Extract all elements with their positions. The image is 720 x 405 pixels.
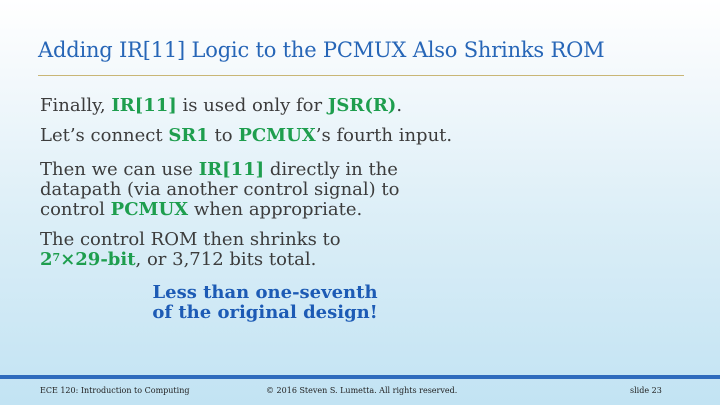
p3-highlight-1: IR[11] [198,159,265,180]
callout: Less than one-seventh of the original de… [140,283,390,323]
p1-text-3: . [396,95,403,116]
p2-text-1: Let’s connect [40,125,169,146]
p2-highlight-1: SR1 [168,125,209,146]
p4-line-1: The control ROM then shrinks to [40,229,341,250]
callout-line-1: Less than one-seventh [152,282,378,303]
paragraph-3: Then we can use IR[11] directly in the d… [40,160,399,220]
p3-line-1: Then we can use IR[11] directly in the [40,160,399,180]
p4-highlight-rest: ×29-bit [60,249,136,270]
p1-highlight-1: IR[11] [111,95,177,116]
p2-highlight-2: PCMUX [238,125,316,146]
p1-text-1: Finally, [40,95,112,116]
footer-course: ECE 120: Introduction to Computing [40,386,190,395]
paragraph-2: Let’s connect SR1 to PCMUX’s fourth inpu… [40,126,452,146]
paragraph-1: Finally, IR[11] is used only for JSR(R). [40,96,402,116]
p3-highlight-2: PCMUX [110,199,189,220]
footer-bar [0,375,720,379]
p3-text-1: Then we can use [40,159,199,180]
footer-copyright: © 2016 Steven S. Lumetta. All rights res… [266,386,458,395]
p4-text-1: , or 3,712 bits total. [135,249,317,270]
p1-highlight-2: JSR(R) [327,95,397,116]
p2-text-2: to [208,125,239,146]
p4-line-2: 27×29-bit, or 3,712 bits total. [40,250,341,270]
slide-title: Adding IR[11] Logic to the PCMUX Also Sh… [38,38,605,62]
footer-slide-number: slide 23 [630,386,662,395]
p1-text-2: is used only for [176,95,328,116]
p3-line-3: control PCMUX when appropriate. [40,200,399,220]
title-divider [38,75,684,76]
p4-highlight-base: 2 [40,249,53,270]
callout-line-2: of the original design! [152,302,378,323]
p3-text-4: when appropriate. [188,199,363,220]
p3-text-3: control [40,199,111,220]
p2-text-3: ’s fourth input. [315,125,453,146]
p4-highlight-exponent: 7 [52,251,61,264]
p3-text-2: directly in the [264,159,398,180]
paragraph-4: The control ROM then shrinks to 27×29-bi… [40,230,341,270]
p3-line-2: datapath (via another control signal) to [40,179,400,200]
